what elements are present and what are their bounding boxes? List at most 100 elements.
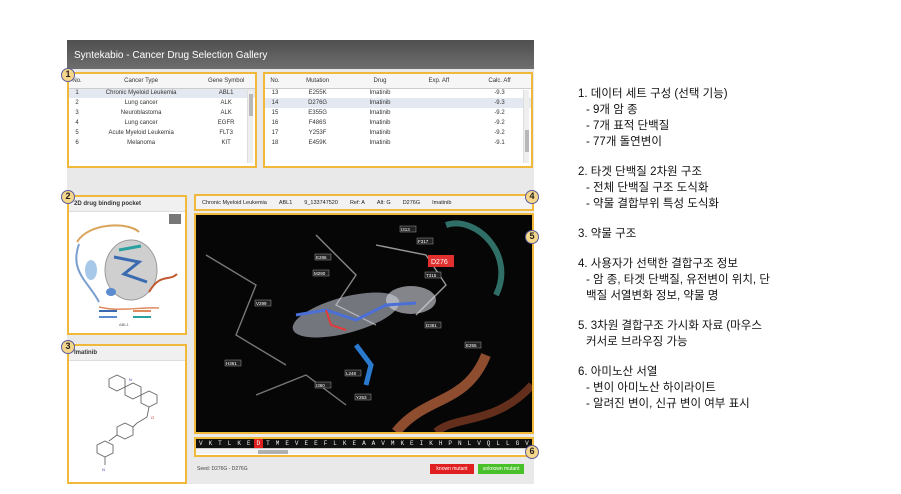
sequence-residue[interactable]: V <box>378 439 388 448</box>
residue-label: F317 <box>418 239 429 244</box>
table-cell: 13 <box>271 90 279 97</box>
note-item: 6. 아미노산 서열 - 변이 아미노산 하이라이트 - 알려진 변이, 신규 변이… <box>578 364 898 412</box>
sequence-bar[interactable]: VKTLKEDTMEVEEFLKEAAVMKEIKHPNLVQLLGV <box>194 437 534 457</box>
svg-text:N: N <box>129 377 132 382</box>
3d-structure-viewer[interactable]: D276 I313 F317 T315 E286 M290 V299 D381 L248 Y25… <box>194 213 534 434</box>
table-cell: -9.3 <box>467 98 531 108</box>
binding-pocket-diagram[interactable]: ABL1 <box>69 212 185 330</box>
col-header-no[interactable]: No. <box>265 74 285 89</box>
cancer-table-scrollbar[interactable] <box>247 90 253 163</box>
table-row[interactable]: 6 Melanoma KIT <box>69 138 255 148</box>
table-row[interactable]: 17 Y253F Imatinib -9.2 <box>265 128 531 138</box>
residue-label: T315 <box>426 273 437 278</box>
table-cell: 2 <box>75 100 79 106</box>
sequence-residue[interactable]: K <box>426 439 436 448</box>
scrollbar-thumb[interactable] <box>525 130 529 152</box>
sequence-residue[interactable]: V <box>474 439 484 448</box>
sequence-residue[interactable]: K <box>234 439 244 448</box>
table-row[interactable]: 4 Lung cancer EGFR <box>69 118 255 128</box>
table-cell: Imatinib <box>369 90 391 97</box>
sequence-residue[interactable]: E <box>407 439 417 448</box>
col-header-drug[interactable]: Drug <box>350 74 410 89</box>
note-subitem: - 77개 돌연변이 <box>586 136 662 148</box>
sequence-scroll-thumb[interactable] <box>258 450 288 454</box>
table-cell: 3 <box>75 110 79 116</box>
sequence-residue[interactable]: A <box>369 439 379 448</box>
svg-text:O: O <box>151 415 154 420</box>
sequence-residue[interactable]: N <box>455 439 465 448</box>
table-row[interactable]: 18 E459K Imatinib -9.1 <box>265 138 531 148</box>
sequence-residue[interactable]: Q <box>484 439 494 448</box>
expand-icon[interactable] <box>169 214 181 224</box>
drug-structure-panel: Imatinib N O N <box>67 344 187 484</box>
mutation-label: D276 <box>431 259 448 266</box>
footer-status: Seed: D276G - D276G <box>197 466 248 472</box>
sequence-residue[interactable]: E <box>244 439 254 448</box>
table-cell: Neuroblastoma <box>120 110 162 116</box>
callout-badge-6: 6 <box>525 445 539 459</box>
info-mutation: D276G <box>402 199 421 206</box>
mutation-table: No. Mutation Drug Exp. Aff Calc. Aff 13 E… <box>265 74 531 148</box>
table-row[interactable]: 1 Chronic Myeloid Leukemia ABL1 <box>69 88 255 98</box>
sequence-residue[interactable]: K <box>397 439 407 448</box>
sequence-residue[interactable]: V <box>196 439 206 448</box>
callout-badge-1: 1 <box>61 68 75 82</box>
sequence-residue[interactable]: T <box>263 439 273 448</box>
sequence-residue[interactable]: L <box>503 439 513 448</box>
sequence-residue[interactable]: L <box>225 439 235 448</box>
unknown-mutant-legend: unknown mutant <box>478 464 524 474</box>
table-row[interactable]: 16 F486S Imatinib -9.2 <box>265 118 531 128</box>
note-subitem: - 약물 결합부위 특성 도식화 <box>586 198 719 210</box>
sequence-residue[interactable]: L <box>330 439 340 448</box>
sequence-residue[interactable]: L <box>465 439 475 448</box>
scrollbar-thumb[interactable] <box>249 94 253 116</box>
col-header-exp-aff[interactable]: Exp. Aff <box>409 74 468 89</box>
sequence-residue[interactable]: V <box>292 439 302 448</box>
sequence-residue[interactable]: D <box>253 439 264 448</box>
amino-acid-sequence[interactable]: VKTLKEDTMEVEEFLKEAAVMKEIKHPNLVQLLGV <box>196 439 532 448</box>
sequence-residue[interactable]: K <box>206 439 216 448</box>
sequence-residue[interactable]: P <box>445 439 455 448</box>
table-row[interactable]: 15 E355G Imatinib -9.2 <box>265 108 531 118</box>
table-cell: Chronic Myeloid Leukemia <box>85 88 198 98</box>
info-drug: Imatinib <box>432 199 452 206</box>
sequence-residue[interactable]: M <box>273 439 283 448</box>
info-position: 9_133747520 <box>304 199 338 206</box>
sequence-residue[interactable]: L <box>493 439 503 448</box>
residue-label: E286 <box>316 255 327 260</box>
table-row[interactable]: 2 Lung cancer ALK <box>69 98 255 108</box>
note-title: 3. 약물 구조 <box>578 228 637 240</box>
sequence-residue[interactable]: I <box>417 439 427 448</box>
table-cell: Imatinib <box>350 98 410 108</box>
sequence-residue[interactable]: F <box>321 439 331 448</box>
sequence-residue[interactable]: E <box>350 439 360 448</box>
sequence-residue[interactable]: T <box>215 439 225 448</box>
table-cell: E255K <box>308 90 327 97</box>
table-row[interactable]: 3 Neuroblastoma ALK <box>69 108 255 118</box>
binding-pocket-panel: 2D drug binding pocket ABL1 <box>67 195 187 335</box>
table-row[interactable]: 14 D276G Imatinib -9.3 <box>265 98 531 108</box>
sequence-residue[interactable]: K <box>340 439 350 448</box>
sequence-residue[interactable]: H <box>436 439 446 448</box>
table-cell: Imatinib <box>369 140 391 146</box>
sequence-residue[interactable]: A <box>359 439 369 448</box>
sequence-residue[interactable]: E <box>282 439 292 448</box>
sequence-scrollbar[interactable] <box>196 448 532 454</box>
col-header-gene-symbol[interactable]: Gene Symbol <box>197 74 255 89</box>
sequence-residue[interactable]: E <box>311 439 321 448</box>
table-row[interactable]: 13 E255K Imatinib -9.3 <box>265 88 531 98</box>
sequence-residue[interactable]: E <box>302 439 312 448</box>
callout-badge-2: 2 <box>61 190 75 204</box>
table-row[interactable]: 5 Acute Myeloid Leukemia FLT3 <box>69 128 255 138</box>
note-subitem: 커서로 브라우징 가능 <box>586 336 688 348</box>
info-ref: Ref: A <box>349 199 365 206</box>
note-title: 4. 사용자가 선택한 결합구조 정보 <box>578 258 738 270</box>
col-header-cancer-type[interactable]: Cancer Type <box>85 74 198 89</box>
col-header-mutation[interactable]: Mutation <box>285 74 351 89</box>
table-cell: -9.1 <box>494 140 505 146</box>
sequence-residue[interactable]: G <box>513 439 523 448</box>
callout-badge-4: 4 <box>525 190 539 204</box>
sequence-residue[interactable]: M <box>388 439 398 448</box>
col-header-calc-aff[interactable]: Calc. Aff <box>467 74 531 89</box>
mutation-table-scrollbar[interactable] <box>523 90 529 163</box>
